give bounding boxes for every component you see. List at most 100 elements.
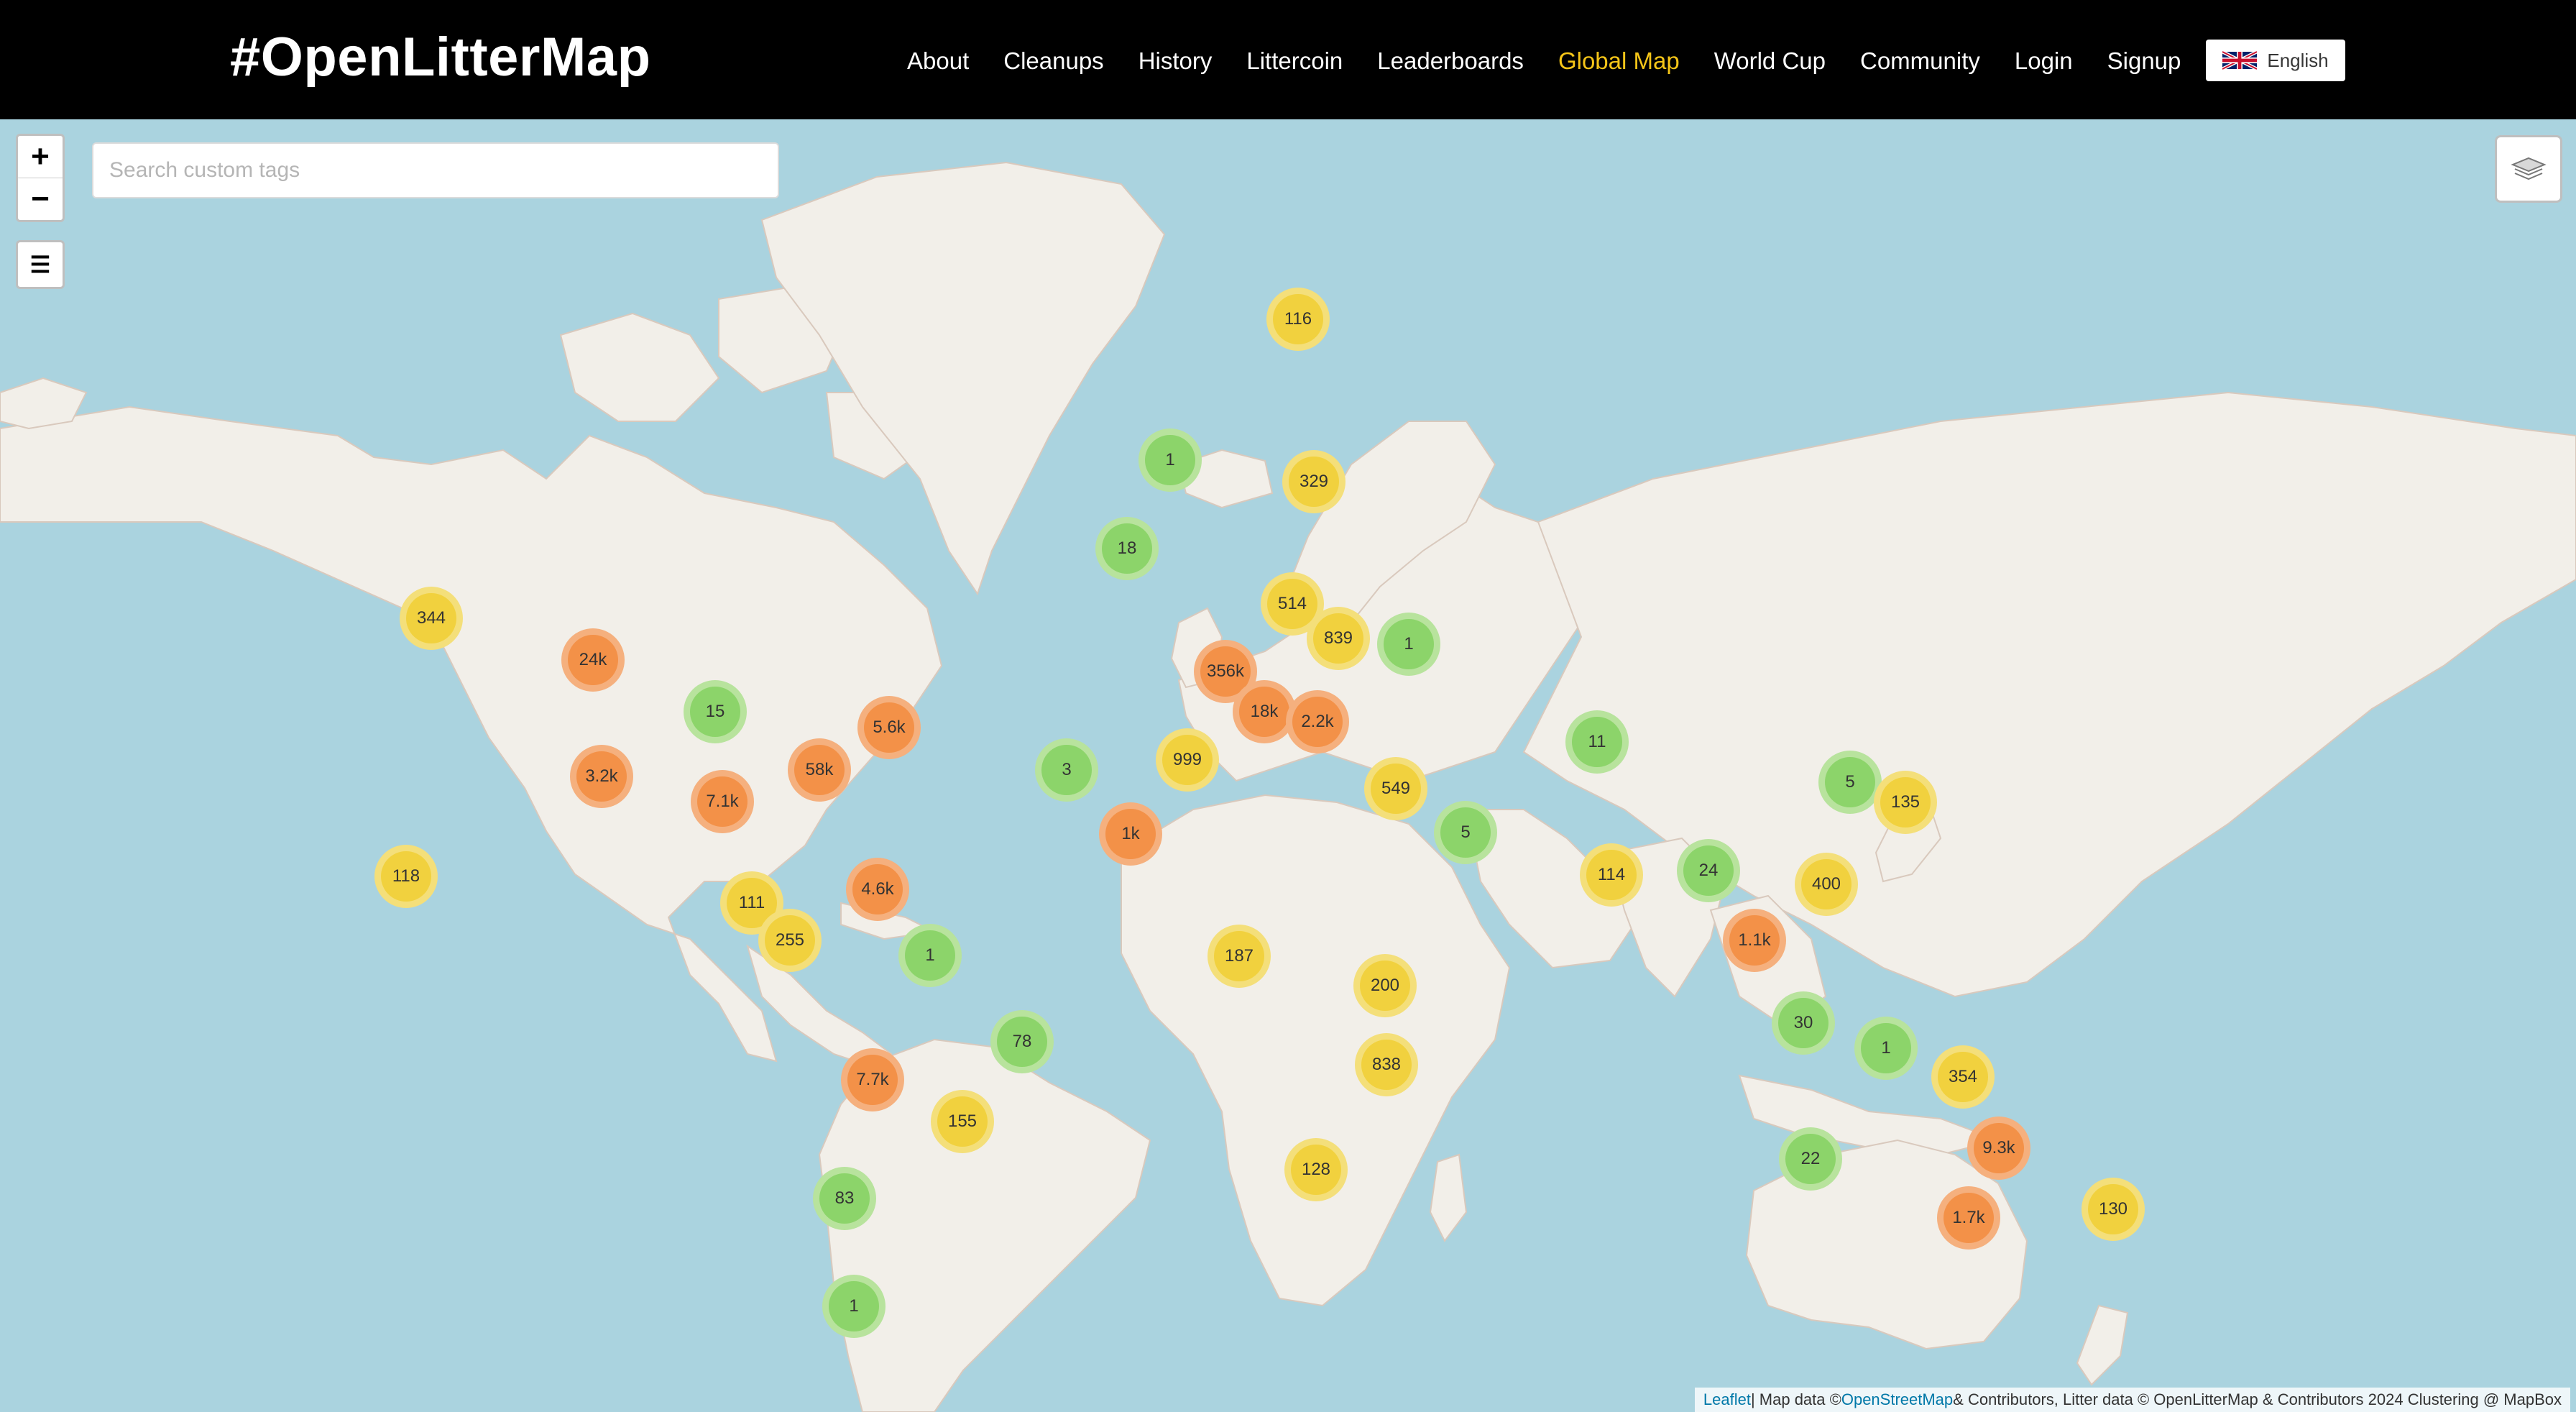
- cluster-marker[interactable]: 5: [1818, 751, 1882, 814]
- map-view[interactable]: + − ☰ 11613291834424k5148391356k155.6k18…: [0, 119, 2576, 1412]
- cluster-marker[interactable]: 114: [1580, 843, 1643, 907]
- cluster-count: 58k: [794, 745, 845, 795]
- cluster-count: 83: [819, 1173, 870, 1224]
- cluster-marker[interactable]: 22: [1779, 1127, 1842, 1191]
- cluster-count: 344: [406, 593, 456, 643]
- cluster-marker[interactable]: 1: [1854, 1017, 1918, 1080]
- cluster-marker[interactable]: 255: [758, 909, 822, 972]
- cluster-count: 18: [1102, 523, 1152, 574]
- cluster-marker[interactable]: 9.3k: [1967, 1117, 2030, 1180]
- cluster-count: 255: [765, 915, 815, 966]
- zoom-out-button[interactable]: −: [18, 178, 63, 220]
- cluster-marker[interactable]: 18: [1095, 517, 1159, 580]
- cluster-count: 15: [690, 687, 740, 737]
- cluster-marker[interactable]: 155: [931, 1090, 994, 1153]
- cluster-count: 4.6k: [852, 864, 903, 914]
- cluster-marker[interactable]: 118: [374, 845, 438, 908]
- cluster-marker[interactable]: 18k: [1233, 680, 1296, 743]
- cluster-marker[interactable]: 1.7k: [1937, 1186, 2000, 1250]
- cluster-count: 24: [1683, 845, 1734, 896]
- navbar: #OpenLitterMap About Cleanups History Li…: [0, 0, 2576, 119]
- cluster-count: 329: [1289, 457, 1339, 507]
- cluster-count: 11: [1572, 717, 1622, 767]
- nav-history[interactable]: History: [1138, 47, 1213, 75]
- cluster-count: 116: [1273, 294, 1323, 344]
- zoom-control: + −: [16, 134, 65, 222]
- menu-toggle-button[interactable]: ☰: [16, 240, 65, 289]
- cluster-marker[interactable]: 3: [1035, 738, 1098, 802]
- cluster-marker[interactable]: 83: [813, 1167, 876, 1230]
- cluster-marker[interactable]: 15: [684, 680, 747, 743]
- nav-login[interactable]: Login: [2015, 47, 2073, 75]
- leaflet-link[interactable]: Leaflet: [1703, 1390, 1751, 1409]
- nav-cleanups[interactable]: Cleanups: [1003, 47, 1103, 75]
- cluster-marker[interactable]: 24k: [561, 628, 625, 692]
- zoom-in-button[interactable]: +: [18, 136, 63, 178]
- cluster-count: 1k: [1105, 809, 1156, 859]
- cluster-marker[interactable]: 2.2k: [1286, 690, 1349, 753]
- brand-logo[interactable]: #OpenLitterMap: [230, 26, 651, 88]
- cluster-marker[interactable]: 329: [1282, 450, 1346, 513]
- cluster-marker[interactable]: 30: [1772, 991, 1835, 1055]
- cluster-count: 1: [905, 930, 955, 981]
- nav-littercoin[interactable]: Littercoin: [1246, 47, 1343, 75]
- cluster-marker[interactable]: 839: [1307, 607, 1370, 670]
- cluster-marker[interactable]: 354: [1931, 1045, 1995, 1109]
- cluster-marker[interactable]: 1: [1138, 428, 1202, 492]
- cluster-count: 354: [1938, 1052, 1988, 1102]
- cluster-marker[interactable]: 1: [1377, 613, 1440, 676]
- cluster-count: 114: [1586, 850, 1637, 900]
- cluster-marker[interactable]: 1.1k: [1723, 909, 1786, 972]
- cluster-marker[interactable]: 1: [898, 924, 962, 987]
- nav-signup[interactable]: Signup: [2107, 47, 2181, 75]
- cluster-count: 9.3k: [1974, 1123, 2024, 1173]
- cluster-count: 24k: [568, 635, 618, 685]
- cluster-marker[interactable]: 7.7k: [841, 1048, 904, 1111]
- cluster-marker[interactable]: 187: [1208, 925, 1271, 988]
- cluster-count: 118: [381, 851, 431, 902]
- layers-button[interactable]: [2495, 135, 2562, 203]
- cluster-marker[interactable]: 3.2k: [570, 745, 633, 808]
- cluster-marker[interactable]: 78: [990, 1010, 1054, 1073]
- cluster-marker[interactable]: 128: [1284, 1138, 1348, 1201]
- cluster-marker[interactable]: 5: [1434, 801, 1497, 864]
- cluster-marker[interactable]: 24: [1677, 839, 1740, 902]
- language-button[interactable]: English: [2206, 40, 2345, 81]
- cluster-count: 838: [1361, 1040, 1412, 1090]
- nav-community[interactable]: Community: [1860, 47, 1980, 75]
- cluster-marker[interactable]: 344: [400, 587, 463, 650]
- cluster-count: 999: [1162, 735, 1213, 785]
- cluster-count: 7.1k: [697, 776, 748, 827]
- cluster-marker[interactable]: 1k: [1099, 802, 1162, 866]
- cluster-marker[interactable]: 135: [1874, 771, 1937, 834]
- map-attribution: Leaflet | Map data © OpenStreetMap & Con…: [1694, 1388, 2570, 1412]
- app: #OpenLitterMap About Cleanups History Li…: [0, 0, 2576, 1412]
- nav-global-map[interactable]: Global Map: [1558, 47, 1680, 75]
- cluster-marker[interactable]: 5.6k: [857, 696, 921, 759]
- cluster-marker[interactable]: 1: [822, 1275, 886, 1338]
- cluster-count: 1: [829, 1281, 879, 1331]
- cluster-marker[interactable]: 4.6k: [846, 858, 909, 921]
- cluster-count: 7.7k: [847, 1055, 898, 1105]
- cluster-marker[interactable]: 11: [1565, 710, 1629, 774]
- cluster-marker[interactable]: 838: [1355, 1033, 1418, 1096]
- search-custom-tags-input[interactable]: [92, 142, 779, 198]
- cluster-count: 3.2k: [576, 751, 627, 802]
- cluster-marker[interactable]: 400: [1795, 853, 1858, 916]
- cluster-marker[interactable]: 200: [1353, 954, 1417, 1017]
- cluster-count: 130: [2088, 1184, 2138, 1234]
- openstreetmap-link[interactable]: OpenStreetMap: [1841, 1390, 1953, 1409]
- cluster-marker[interactable]: 999: [1156, 728, 1219, 792]
- nav-leaderboards[interactable]: Leaderboards: [1377, 47, 1524, 75]
- cluster-count: 5: [1825, 757, 1875, 807]
- cluster-count: 128: [1291, 1145, 1341, 1195]
- cluster-marker[interactable]: 58k: [788, 738, 851, 802]
- cluster-marker[interactable]: 130: [2082, 1178, 2145, 1241]
- cluster-marker[interactable]: 549: [1364, 757, 1427, 820]
- cluster-marker[interactable]: 7.1k: [691, 770, 754, 833]
- nav-world-cup[interactable]: World Cup: [1714, 47, 1826, 75]
- cluster-count: 155: [937, 1096, 988, 1147]
- nav-about[interactable]: About: [907, 47, 969, 75]
- cluster-marker[interactable]: 116: [1266, 288, 1330, 351]
- cluster-count: 78: [997, 1017, 1047, 1067]
